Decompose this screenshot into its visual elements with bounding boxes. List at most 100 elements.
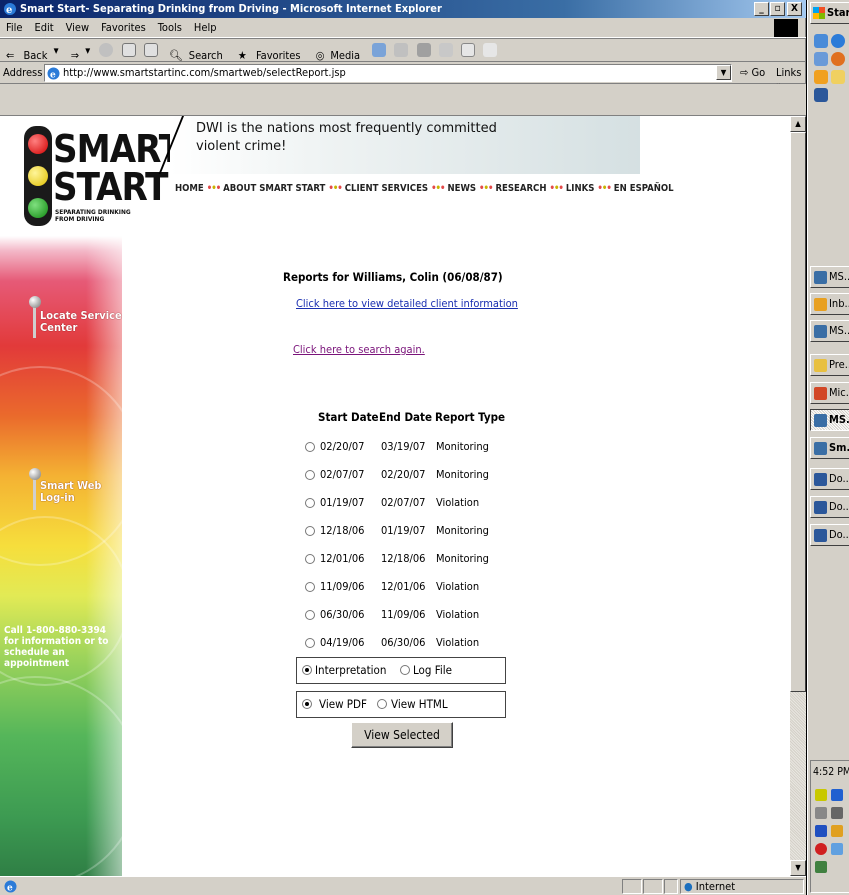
address-input[interactable]: e http://www.smartstartinc.com/smartweb/… — [44, 64, 732, 82]
favorites-button[interactable]: ★ Favorites — [232, 39, 307, 62]
messenger-icon[interactable] — [483, 43, 498, 57]
table-row[interactable]: 02/07/07 02/20/07 Monitoring — [283, 464, 543, 492]
smart-start-logo[interactable]: SMART START SEPARATING DRINKING FROM DRI… — [8, 124, 182, 232]
search-button[interactable]: 🔍︎ Search — [163, 39, 229, 61]
menu-view[interactable]: View — [60, 18, 95, 34]
table-row[interactable]: 02/20/07 03/19/07 Monitoring — [283, 436, 543, 464]
client-details-link[interactable]: Click here to view detailed client infor… — [296, 297, 518, 310]
title-bar[interactable]: e Smart Start- Separating Drinking from … — [0, 0, 806, 18]
media-button[interactable]: ◎ Media — [310, 39, 366, 61]
report-radio[interactable] — [305, 498, 315, 508]
report-radio[interactable] — [305, 470, 315, 480]
wireless-icon[interactable] — [831, 843, 843, 855]
word-quicklaunch-icon[interactable] — [814, 88, 828, 102]
table-row[interactable]: 12/01/06 12/18/06 Monitoring — [283, 548, 543, 576]
home-icon[interactable] — [143, 43, 158, 57]
media-tray-icon[interactable] — [831, 789, 843, 801]
taskbar-item[interactable]: Inb... — [810, 293, 849, 315]
interpretation-label[interactable]: Interpretation — [315, 663, 386, 677]
quicklaunch-icon[interactable] — [814, 52, 828, 66]
log-file-radio[interactable] — [400, 665, 410, 675]
report-radio[interactable] — [305, 582, 315, 592]
report-radio[interactable] — [305, 610, 315, 620]
table-row[interactable]: 04/19/06 06/30/06 Violation — [283, 632, 543, 660]
table-row[interactable]: 06/30/06 11/09/06 Violation — [283, 604, 543, 632]
menu-tools[interactable]: Tools — [152, 18, 188, 34]
print-icon[interactable] — [416, 43, 431, 57]
clock[interactable]: 4:52 PM — [813, 766, 849, 778]
taskbar-item[interactable]: MS... — [810, 266, 849, 288]
volume-icon[interactable] — [815, 789, 827, 801]
tray-icon[interactable] — [831, 807, 843, 819]
taskbar-item[interactable]: Sm... — [810, 437, 849, 459]
window-icon — [814, 359, 827, 372]
menu-help[interactable]: Help — [188, 18, 223, 34]
folder-quicklaunch-icon[interactable] — [831, 70, 845, 84]
tray-icon[interactable] — [815, 825, 827, 837]
view-html-radio[interactable] — [377, 699, 387, 709]
mail-icon[interactable] — [394, 43, 409, 57]
report-radio[interactable] — [305, 526, 315, 536]
tray-icon[interactable] — [815, 861, 827, 873]
view-pdf-radio[interactable] — [302, 699, 312, 709]
minimize-button[interactable]: _ — [754, 2, 769, 16]
toolbar: ⇐ Back ▾ ⇒ ▾ 🔍︎ Search ★ Favorites ◎ Media — [0, 38, 806, 62]
nav-links[interactable]: LINKS — [566, 183, 595, 194]
report-type: Violation — [436, 496, 480, 509]
report-radio[interactable] — [305, 442, 315, 452]
forward-button[interactable]: ⇒ ▾ — [65, 39, 93, 61]
nav-espanol[interactable]: EN ESPAÑOL — [614, 183, 674, 194]
favorites-label: Favorites — [255, 49, 301, 62]
scroll-up-icon[interactable]: ▲ — [790, 116, 806, 132]
taskbar-item-active[interactable]: MS... — [810, 409, 849, 431]
interpretation-radio[interactable] — [302, 665, 312, 675]
scroll-thumb[interactable] — [790, 132, 806, 692]
window-icon — [814, 387, 827, 400]
knob-icon — [29, 296, 41, 308]
outlook-quicklaunch-icon[interactable] — [814, 70, 828, 84]
edit-icon[interactable] — [438, 43, 453, 57]
window-icon — [814, 442, 827, 455]
history-icon[interactable] — [372, 43, 387, 57]
table-row[interactable]: 01/19/07 02/07/07 Violation — [283, 492, 543, 520]
ie-quicklaunch-icon[interactable] — [831, 34, 845, 48]
show-desktop-icon[interactable] — [814, 34, 828, 48]
close-button[interactable]: X — [787, 2, 802, 16]
taskbar-item[interactable]: Mic... — [810, 382, 849, 404]
report-radio[interactable] — [305, 638, 315, 648]
back-button[interactable]: ⇐ Back ▾ — [0, 39, 62, 62]
go-button[interactable]: ⇨ Go — [740, 66, 765, 79]
stop-icon[interactable] — [99, 43, 114, 57]
maximize-button[interactable]: ▫ — [770, 2, 785, 16]
address-dropdown-icon[interactable]: ▼ — [716, 65, 731, 80]
menu-favorites[interactable]: Favorites — [95, 18, 152, 34]
discuss-icon[interactable] — [460, 43, 475, 57]
reports-title: Reports for Williams, Colin (06/08/87) — [283, 270, 503, 284]
taskbar-item[interactable]: MS... — [810, 320, 849, 342]
vertical-scrollbar[interactable]: ▲ ▼ — [790, 116, 806, 876]
address-label: Address — [3, 66, 43, 79]
log-file-label[interactable]: Log File — [413, 663, 452, 677]
taskbar-item[interactable]: Do... — [810, 468, 849, 490]
view-pdf-label[interactable]: View PDF — [319, 697, 367, 711]
menu-edit[interactable]: Edit — [28, 18, 59, 34]
taskbar-item[interactable]: Do... — [810, 496, 849, 518]
taskbar-item[interactable]: Do... — [810, 524, 849, 546]
menu-file[interactable]: File — [0, 18, 28, 34]
taskbar-item[interactable]: Pre... — [810, 354, 849, 376]
report-radio[interactable] — [305, 554, 315, 564]
view-html-label[interactable]: View HTML — [391, 697, 448, 711]
network-icon[interactable] — [815, 807, 827, 819]
table-row[interactable]: 11/09/06 12/01/06 Violation — [283, 576, 543, 604]
back-arrow-icon: ⇐ — [6, 49, 15, 62]
table-row[interactable]: 12/18/06 01/19/07 Monitoring — [283, 520, 543, 548]
scroll-down-icon[interactable]: ▼ — [790, 860, 806, 876]
nav-home[interactable]: HOME — [175, 183, 204, 194]
tray-icon[interactable] — [815, 843, 827, 855]
search-again-link[interactable]: Click here to search again. — [293, 343, 425, 356]
refresh-icon[interactable] — [121, 43, 136, 57]
firefox-quicklaunch-icon[interactable] — [831, 52, 845, 66]
tray-icon[interactable] — [831, 825, 843, 837]
start-button[interactable]: Start — [810, 2, 849, 24]
view-selected-button[interactable]: View Selected — [351, 722, 453, 748]
